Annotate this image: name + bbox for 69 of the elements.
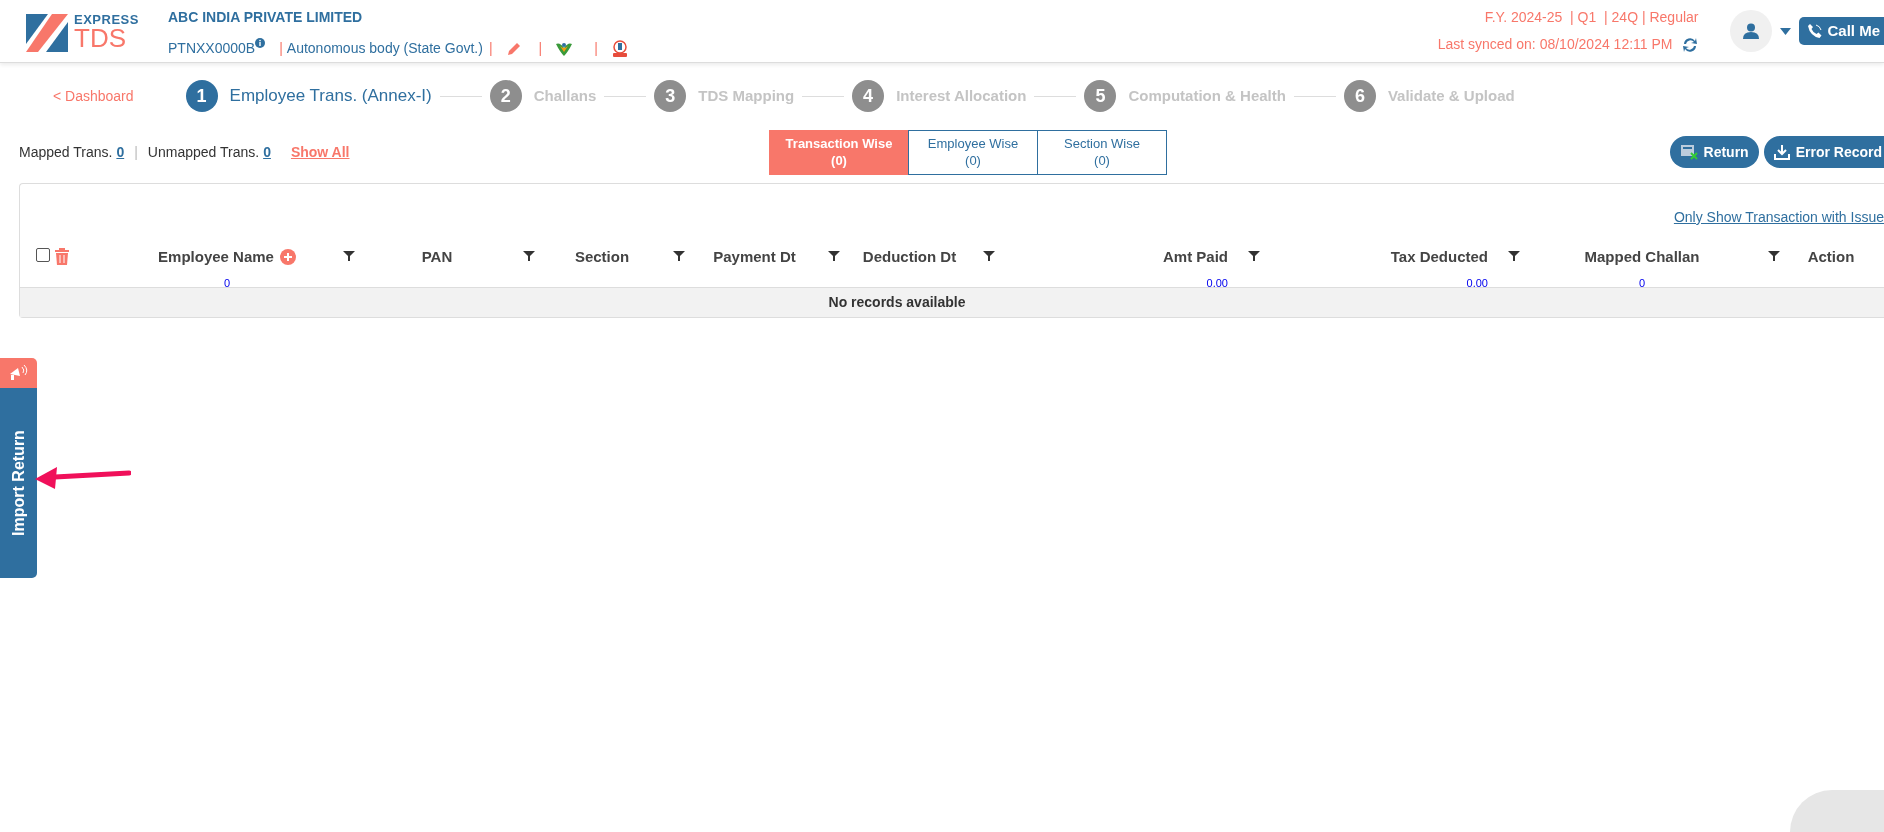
column-total: 0.00 [1206,275,1228,291]
step-tab[interactable]: 6 Validate & Upload [1343,80,1515,112]
filter-icon[interactable] [983,250,995,262]
view-tab[interactable]: Section Wise (0) [1037,129,1167,175]
column-header[interactable]: Employee Name [158,246,274,269]
mapped-label: Mapped Trans. [19,142,113,162]
step-number: 2 [489,80,522,112]
spreadsheet-icon [1679,144,1698,160]
select-all-checkbox[interactable] [36,248,50,262]
step-tab[interactable]: 2 Challans [489,80,597,112]
step-tab[interactable]: 4 Interest Allocation [852,80,1027,112]
call-me-button[interactable]: Call Me [1799,17,1884,45]
unmapped-label: Unmapped Trans. [147,142,260,162]
company-name: ABC INDIA PRIVATE LIMITED [168,8,364,27]
user-icon [1743,23,1760,39]
empty-message: No records available [828,293,966,312]
filter-icon[interactable] [343,250,355,262]
step-number: 6 [1343,80,1376,112]
user-avatar[interactable] [1730,10,1773,52]
column-header[interactable]: Action [1807,246,1855,269]
import-return-tab[interactable]: Import Return [0,388,37,578]
step-number: 4 [852,80,885,112]
refresh-icon[interactable] [1682,36,1699,53]
caret-icon[interactable] [1780,27,1792,35]
logo-text: EXPRESS [74,12,139,26]
phone-icon [1807,23,1824,39]
unmapped-count-link[interactable]: 0 [263,141,271,163]
pan-number: PTNXX0000B [168,39,256,58]
step-number: 1 [185,80,218,112]
filter-icon[interactable] [1248,250,1260,262]
step-tab[interactable]: 1 Employee Trans. (Annex-I) [185,80,432,112]
separator: | [279,39,283,58]
separator: | [594,39,598,58]
return-info: F.Y. 2024-25 | Q1 | 24Q | Regular [1484,8,1699,27]
filter-icon[interactable] [523,250,535,262]
column-header[interactable]: Section [574,246,630,269]
filter-icon[interactable] [1508,250,1520,262]
filter-icon[interactable] [673,250,685,262]
column-header[interactable]: Mapped Challan [1584,246,1700,269]
column-header[interactable]: Deduction Dt [862,246,957,269]
step-number: 3 [654,80,687,112]
deductor-type: Autonomous body (State Govt.) [286,39,483,58]
step-tab[interactable]: 3 TDS Mapping [654,80,795,112]
mapped-count-link[interactable]: 0 [116,141,125,163]
column-total: 0 [223,275,231,291]
logo-text: TDS [74,25,126,50]
error-record-button[interactable]: Error Record [1763,136,1884,168]
column-total: 0.00 [1466,275,1488,291]
download-icon [1773,144,1790,160]
last-synced-text: Last synced on: 08/10/2024 12:11 PM [1437,35,1673,54]
view-tab[interactable]: Employee Wise (0) [908,129,1038,175]
add-icon[interactable] [279,249,296,266]
separator: | [538,39,543,58]
filter-icon[interactable] [1768,250,1780,262]
filter-icon[interactable] [828,250,840,262]
issue-filter-link[interactable]: Only Show Transaction with Issue [1673,207,1884,228]
column-header[interactable]: PAN [421,246,453,269]
announcement-button[interactable] [0,358,37,388]
info-icon[interactable] [255,38,266,48]
column-header[interactable]: Tax Deducted [1390,246,1488,269]
separator: | [488,39,493,58]
step-tab[interactable]: 5 Computation & Health [1084,80,1286,112]
return-button[interactable]: Return [1669,136,1759,168]
column-header[interactable]: Amt Paid [1163,246,1228,269]
column-header[interactable]: Payment Dt [713,246,796,269]
column-total: 0 [1638,275,1646,291]
separator: | [134,142,138,162]
dashboard-link[interactable]: < Dashboard [53,85,134,107]
step-number: 5 [1084,80,1117,112]
